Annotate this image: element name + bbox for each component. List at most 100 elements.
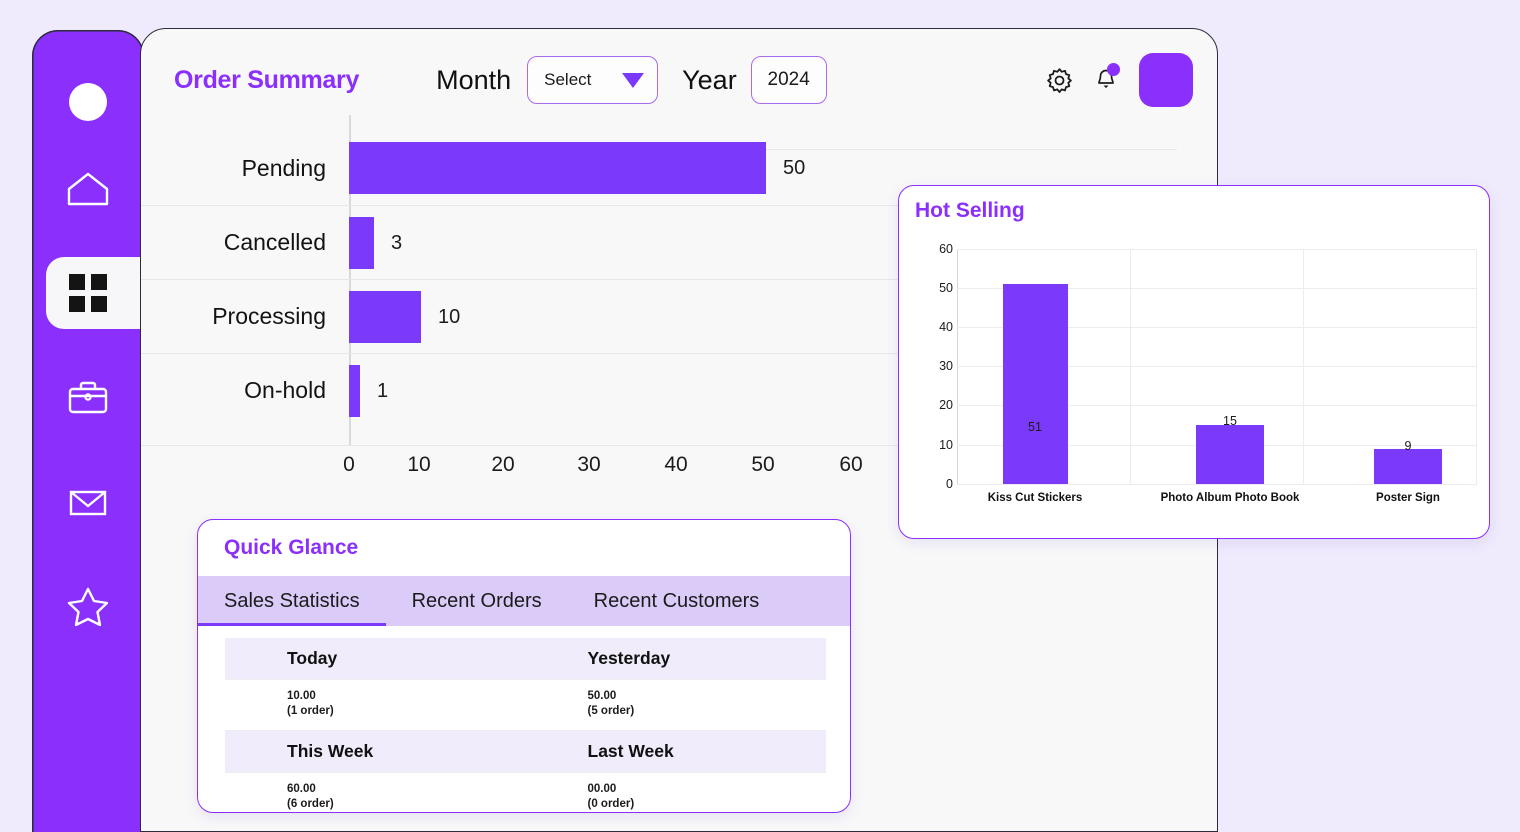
filter-controls: Month Select Year 2024 bbox=[436, 56, 827, 104]
sidebar-item-messages[interactable] bbox=[32, 465, 144, 537]
star-icon bbox=[67, 587, 109, 626]
sidebar-item-favorites[interactable] bbox=[32, 569, 144, 641]
chart-bar[interactable] bbox=[1196, 425, 1264, 484]
table-row: 60.00 (6 order) 00.00 (0 order) bbox=[225, 771, 827, 812]
table-cell: 00.00 (0 order) bbox=[526, 773, 827, 812]
chart-bar-value: 3 bbox=[391, 231, 403, 254]
amount-value: 60.00 bbox=[287, 782, 316, 795]
amount-value: 10.00 bbox=[287, 690, 316, 702]
x-tick-label: 10 bbox=[407, 453, 431, 476]
amount-value: 00.00 bbox=[587, 782, 617, 795]
month-label: Month bbox=[436, 64, 512, 95]
page-title: Order Summary bbox=[174, 65, 360, 94]
order-count: (5 order) bbox=[587, 704, 635, 717]
column-header: Yesterday bbox=[587, 648, 671, 668]
x-tick-label: 30 bbox=[577, 453, 601, 476]
chevron-down-icon bbox=[622, 72, 645, 88]
chart-bar[interactable] bbox=[1003, 284, 1068, 484]
chart-gridline bbox=[1476, 249, 1477, 484]
sidebar-item-home[interactable] bbox=[32, 153, 144, 225]
year-label: Year bbox=[682, 64, 737, 95]
y-tick-label: 20 bbox=[939, 398, 953, 412]
header-actions bbox=[1046, 53, 1193, 107]
x-tick-label: Photo Album Photo Book bbox=[1160, 492, 1300, 504]
tab-label: Sales Statistics bbox=[224, 589, 360, 612]
column-header: This Week bbox=[287, 740, 374, 761]
chart-bar[interactable] bbox=[1374, 449, 1442, 484]
sidebar-item-orders[interactable] bbox=[32, 361, 144, 433]
quick-glance-card: Quick Glance Sales Statistics Recent Ord… bbox=[197, 519, 851, 813]
sidebar-item-dashboard[interactable] bbox=[32, 257, 172, 329]
column-header: Today bbox=[287, 648, 338, 668]
tab-recent-customers[interactable]: Recent Customers bbox=[568, 576, 786, 626]
month-select[interactable]: Select bbox=[527, 56, 659, 104]
circle-logo-icon bbox=[69, 83, 107, 121]
chart-category-label: On-hold bbox=[244, 377, 326, 403]
chart-category-label: Pending bbox=[241, 154, 326, 181]
hot-selling-chart: 0 10 20 30 40 50 60 51 Kiss Cut Stickers… bbox=[939, 242, 1477, 504]
chart-gridline bbox=[1130, 249, 1131, 484]
chart-bar[interactable] bbox=[349, 217, 374, 269]
dashboard-page: Order Summary Month Select Year 2024 Pen… bbox=[0, 0, 1520, 832]
briefcase-icon bbox=[68, 381, 108, 414]
column-header: Last Week bbox=[587, 740, 674, 761]
chart-category-label: Cancelled bbox=[223, 229, 326, 255]
quick-glance-title: Quick Glance bbox=[224, 536, 359, 559]
year-input[interactable]: 2024 bbox=[750, 56, 827, 104]
month-select-value: Select bbox=[544, 70, 592, 89]
tab-label: Recent Orders bbox=[411, 589, 542, 612]
x-tick-label: Poster Sign bbox=[1376, 492, 1440, 504]
y-tick-label: 30 bbox=[939, 359, 953, 373]
year-input-value: 2024 bbox=[767, 69, 810, 90]
y-tick-label: 10 bbox=[939, 438, 953, 452]
grid-icon bbox=[69, 274, 107, 312]
chart-bar-value: 51 bbox=[1028, 420, 1042, 434]
chart-bar[interactable] bbox=[349, 291, 421, 343]
table-row: 10.00 (1 order) 50.00 (5 order) bbox=[225, 679, 826, 731]
x-tick-label: 60 bbox=[839, 453, 863, 476]
notification-badge-dot bbox=[1107, 62, 1120, 76]
tab-sales-statistics[interactable]: Sales Statistics bbox=[198, 576, 386, 626]
x-tick-label: 20 bbox=[491, 453, 515, 476]
order-count: (1 order) bbox=[287, 704, 334, 717]
gear-icon[interactable] bbox=[1046, 67, 1073, 94]
table-cell: 60.00 (6 order) bbox=[225, 773, 526, 812]
x-tick-label: Kiss Cut Stickers bbox=[987, 492, 1083, 504]
page-header: Order Summary Month Select Year 2024 bbox=[141, 29, 1217, 131]
order-count: (6 order) bbox=[287, 797, 334, 810]
chart-bar-value: 9 bbox=[1404, 439, 1412, 453]
avatar[interactable] bbox=[1139, 53, 1193, 107]
chart-bar[interactable] bbox=[349, 365, 360, 417]
x-tick-label: 0 bbox=[343, 453, 355, 476]
chart-gridline bbox=[957, 249, 1477, 250]
notification-bell[interactable] bbox=[1093, 62, 1120, 97]
chart-category-label: Processing bbox=[212, 303, 326, 329]
amount-value: 50.00 bbox=[587, 690, 617, 702]
chart-gridline bbox=[1303, 249, 1304, 484]
home-icon bbox=[67, 172, 109, 206]
chart-bar-value: 1 bbox=[377, 379, 389, 402]
chart-bar-value: 15 bbox=[1223, 414, 1237, 428]
chart-x-axis: 0 10 20 30 40 50 60 bbox=[343, 453, 909, 487]
sales-statistics-table: Today Yesterday 10.00 (1 order) 50.00 (5… bbox=[225, 638, 827, 812]
chart-y-axis: 0 10 20 30 40 50 60 bbox=[921, 242, 953, 491]
x-tick-label: 50 bbox=[751, 453, 775, 476]
chart-bar-value: 10 bbox=[438, 305, 461, 328]
table-header-row: Today Yesterday bbox=[225, 638, 826, 679]
quick-glance-tabs: Sales Statistics Recent Orders Recent Cu… bbox=[198, 576, 850, 626]
chart-gridline bbox=[957, 484, 1477, 485]
chart-bar[interactable] bbox=[349, 142, 766, 194]
tab-label: Recent Customers bbox=[593, 589, 760, 612]
tab-recent-orders[interactable]: Recent Orders bbox=[386, 576, 568, 626]
y-tick-label: 0 bbox=[946, 477, 953, 491]
table-cell: 50.00 (5 order) bbox=[526, 680, 827, 730]
x-tick-label: 40 bbox=[664, 453, 688, 476]
sidebar bbox=[32, 30, 172, 832]
hot-selling-card: Hot Selling 0 10 20 30 40 50 60 51 Kiss … bbox=[898, 185, 1490, 539]
y-tick-label: 50 bbox=[939, 281, 953, 295]
order-count: (0 order) bbox=[587, 797, 635, 810]
hot-selling-title: Hot Selling bbox=[915, 199, 1025, 222]
y-tick-label: 60 bbox=[939, 242, 953, 256]
envelope-icon bbox=[69, 490, 107, 516]
chart-bar-value: 50 bbox=[783, 156, 806, 179]
